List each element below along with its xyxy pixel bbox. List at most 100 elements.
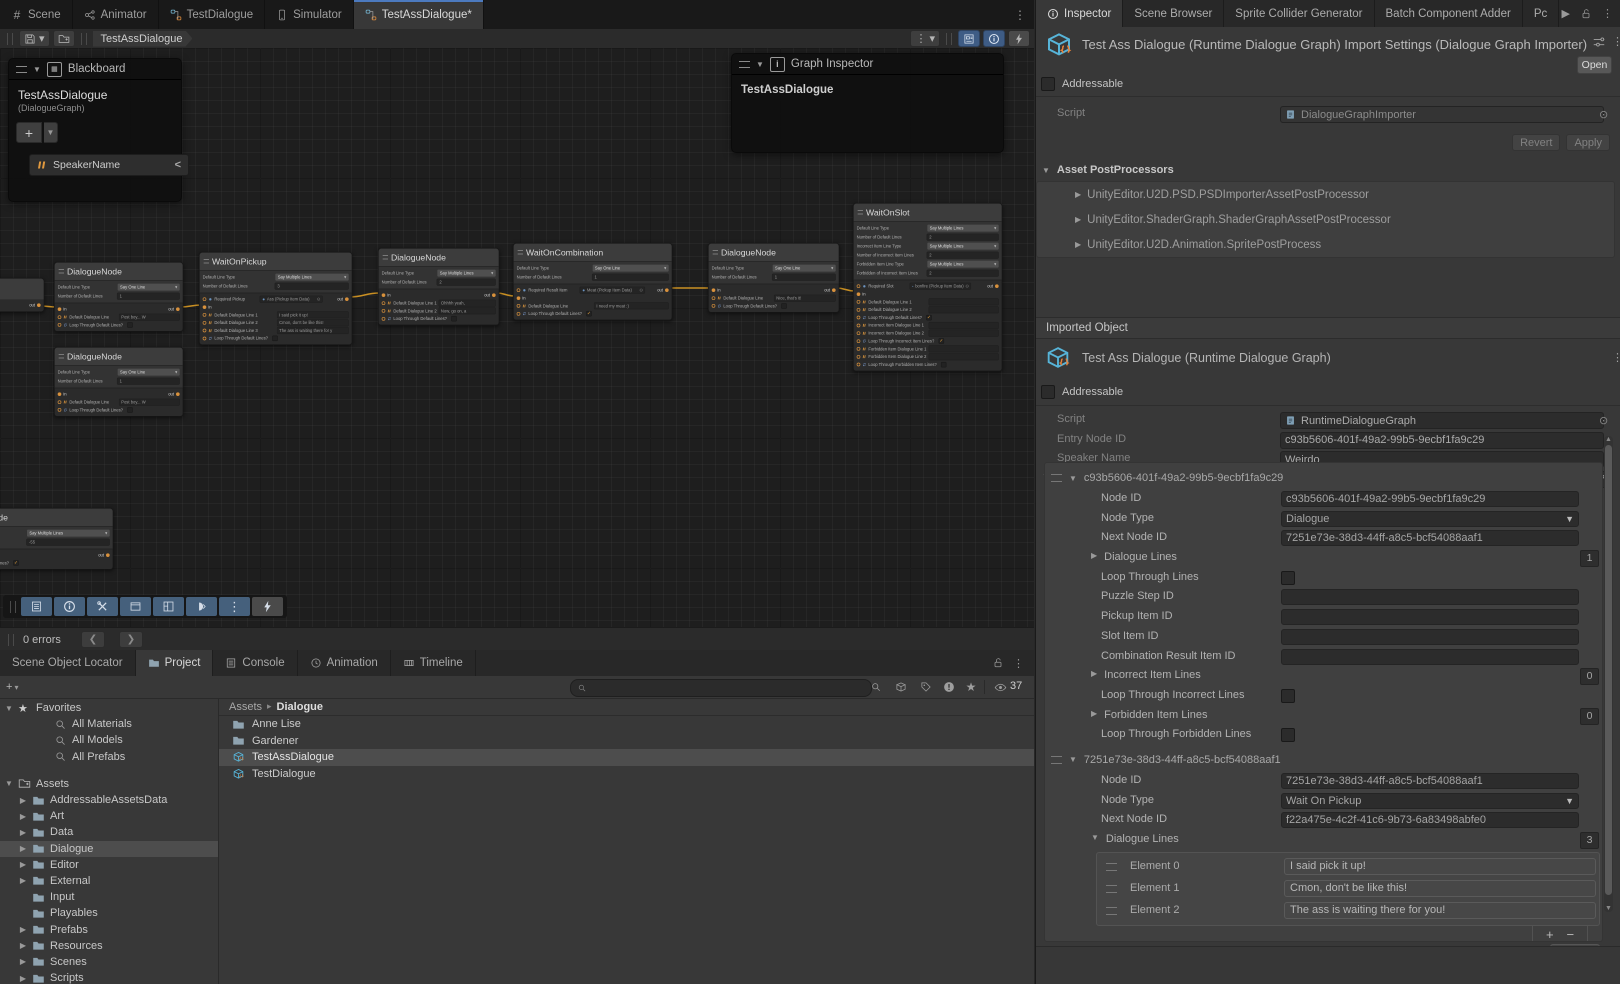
node-text-field[interactable] — [929, 330, 999, 337]
window-tab-Scene[interactable]: #Scene — [0, 0, 73, 29]
tab-scroll-right-icon[interactable]: ▶ — [1562, 7, 1570, 20]
node-text-field[interactable]: Cmon, don't be like this! — [277, 319, 349, 326]
port-icon[interactable] — [665, 288, 669, 292]
port-icon[interactable] — [857, 355, 861, 359]
kebab-menu-icon[interactable]: ⋮ — [1602, 7, 1613, 20]
port-icon[interactable] — [857, 300, 861, 304]
foldout-icon[interactable]: ▼ — [4, 779, 14, 788]
foldout[interactable]: ▶Forbidden Item Lines — [1091, 709, 1208, 721]
node-number-field[interactable]: 1 — [772, 274, 836, 281]
port-icon[interactable] — [382, 309, 386, 313]
tree-favorites[interactable]: ▼★Favorites — [0, 700, 218, 716]
tree-folder-playables[interactable]: Playables — [0, 905, 218, 921]
node-dropdown[interactable]: Say One Line▾ — [118, 369, 180, 376]
port-icon[interactable] — [203, 321, 207, 325]
node-text-field[interactable]: The ass is waiting there for y — [277, 327, 349, 334]
window-tabbar-menu-icon[interactable]: ⋮ — [1006, 8, 1034, 22]
postprocessors-foldout[interactable]: ▼Asset PostProcessors — [1036, 158, 1620, 176]
tree-item-all-materials[interactable]: All Materials — [0, 716, 218, 732]
graph-node-startnode[interactable]: StartNodeSpeakerNameout — [0, 278, 44, 312]
tree-folder-input[interactable]: Input — [0, 889, 218, 905]
addressable-checkbox[interactable] — [1041, 385, 1055, 399]
add-property-button[interactable]: + — [16, 122, 42, 143]
filter-by-label-button[interactable] — [918, 679, 934, 695]
node-checkbox[interactable]: ✓ — [939, 338, 944, 343]
node-number-field[interactable]: 2 — [437, 279, 496, 286]
out-port[interactable]: out — [168, 392, 179, 397]
port-icon[interactable] — [58, 307, 62, 311]
inspector-tab-sprite-collider-generator[interactable]: Sprite Collider Generator — [1224, 0, 1374, 27]
tree-folder-data[interactable]: ▶Data — [0, 824, 218, 840]
property-value-field[interactable] — [1281, 629, 1579, 645]
graph-node-dialoguenode[interactable]: DialogueNodeDefault Line TypeSay One Lin… — [708, 243, 839, 312]
open-asset-button[interactable]: Open — [1577, 56, 1612, 74]
port-icon[interactable] — [176, 307, 180, 311]
port-icon[interactable] — [58, 408, 62, 412]
window-tab-Animator[interactable]: Animator — [73, 0, 159, 29]
foldout-icon[interactable]: ▶ — [18, 876, 28, 885]
tree-folder-editor[interactable]: ▶Editor — [0, 857, 218, 873]
node-text-field[interactable] — [929, 306, 999, 313]
port-icon[interactable] — [203, 297, 207, 301]
apply-button[interactable]: Apply — [1566, 134, 1610, 151]
node-text-field[interactable]: Ohhhh yeah, — [439, 300, 496, 307]
foldout-icon[interactable]: ▶ — [18, 941, 28, 950]
foldout-icon[interactable]: ▶ — [18, 812, 28, 821]
element-row[interactable]: Element 0I said pick it up! — [1097, 856, 1599, 878]
node-dropdown[interactable]: Say Multiple Lines▾ — [27, 530, 110, 537]
play-tool-button[interactable] — [186, 597, 217, 616]
drag-handle-icon[interactable] — [1106, 885, 1117, 893]
port-icon[interactable] — [857, 339, 861, 343]
property-value-field[interactable] — [1281, 589, 1579, 605]
node-titlebar[interactable]: DialogueNode — [379, 249, 499, 266]
node-text-field[interactable]: Post boy... W — [119, 399, 180, 406]
node-text-field[interactable] — [929, 345, 999, 352]
layout-tool-button[interactable] — [153, 597, 184, 616]
foldout-icon[interactable]: ▼ — [4, 704, 14, 713]
object-field[interactable]: Meat (Pickup Item Data)⊙ — [580, 287, 645, 294]
node-checkbox[interactable]: ✓ — [926, 315, 931, 320]
port-icon[interactable] — [492, 293, 496, 297]
node-titlebar[interactable]: DialogueNode — [0, 509, 113, 526]
node-dropdown[interactable]: Say One Line▾ — [118, 284, 180, 291]
kebab-menu-icon[interactable]: ⋮ — [1612, 35, 1620, 48]
settings-tool-button[interactable] — [87, 597, 118, 616]
port-icon[interactable] — [857, 347, 861, 351]
kebab-menu-icon[interactable]: ⋮ — [1612, 351, 1620, 364]
node-text-field[interactable]: Post boy... W — [119, 314, 180, 321]
property-checkbox[interactable] — [1281, 728, 1295, 742]
element-value-field[interactable]: Cmon, don't be like this! — [1284, 880, 1596, 897]
out-port[interactable]: out — [657, 288, 668, 293]
lock-icon[interactable] — [1580, 8, 1592, 20]
port-icon[interactable] — [176, 392, 180, 396]
foldout[interactable]: ▶Incorrect Item Lines — [1091, 669, 1201, 681]
node-checkbox[interactable] — [127, 407, 132, 412]
element-value-field[interactable]: The ass is waiting there for you! — [1284, 902, 1596, 919]
port-icon[interactable] — [857, 324, 861, 328]
element-row[interactable]: Element 2The ass is waiting there for yo… — [1097, 900, 1599, 922]
foldout-open-icon[interactable]: ▼ — [1069, 755, 1077, 764]
more-tools-button[interactable]: ⋮ — [219, 597, 250, 616]
port-icon[interactable] — [857, 363, 861, 367]
port-icon[interactable] — [58, 315, 62, 319]
element-value-field[interactable]: I said pick it up! — [1284, 858, 1596, 875]
scroll-up-icon[interactable]: ▲ — [1604, 436, 1613, 443]
node-dropdown[interactable]: Say One Line▾ — [593, 265, 669, 272]
node-number-field[interactable]: 3 — [275, 283, 349, 290]
port-icon[interactable] — [203, 329, 207, 333]
port-icon[interactable] — [832, 288, 836, 292]
asset-item-gardener[interactable]: Gardener — [219, 733, 1034, 750]
property-checkbox[interactable] — [1281, 689, 1295, 703]
node-number-field[interactable]: 1 — [592, 274, 669, 281]
kebab-menu-icon[interactable]: ⋮ — [1013, 657, 1024, 670]
node-number-field[interactable]: 2 — [927, 270, 999, 277]
asset-item-testdialogue[interactable]: TestDialogue — [219, 766, 1034, 783]
property-value-field[interactable]: c93b5606-401f-49a2-99b5-9ecbf1fa9c29 — [1281, 491, 1579, 507]
foldout[interactable]: ▶Dialogue Lines — [1091, 551, 1177, 563]
blackboard-panel[interactable]: ▼ ▦ Blackboard TestAssDialogue (Dialogue… — [8, 58, 182, 202]
node-dropdown[interactable]: Say Multiple Lines▾ — [927, 261, 998, 268]
port-icon[interactable] — [37, 303, 41, 307]
bottom-tab-animation[interactable]: Animation — [298, 650, 391, 676]
bottom-tab-console[interactable]: Console — [213, 650, 297, 676]
node-text-field[interactable]: I said pick it up! — [277, 311, 349, 318]
